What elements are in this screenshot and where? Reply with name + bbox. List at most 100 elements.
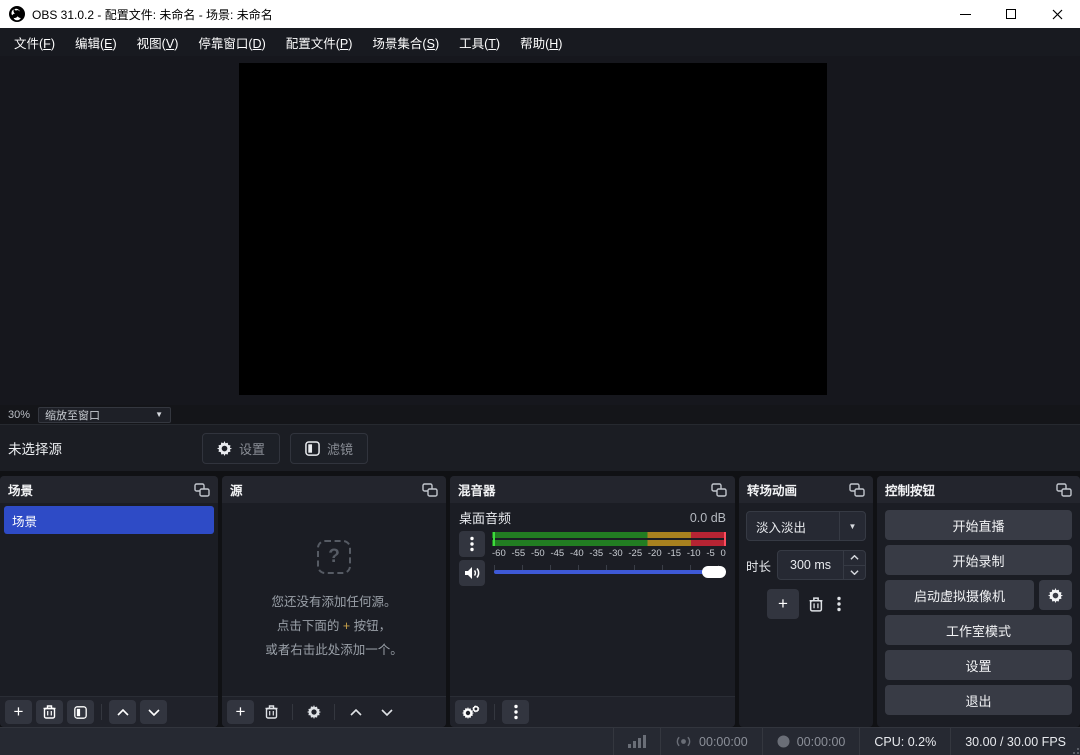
move-source-down-button[interactable]	[373, 700, 400, 724]
add-scene-button[interactable]: +	[5, 700, 32, 724]
window-title: OBS 31.0.2 - 配置文件: 未命名 - 场景: 未命名	[32, 6, 942, 23]
controls-body: 开始直播 开始录制 启动虚拟摄像机 工作室模式 设置 退出	[877, 503, 1080, 727]
scenes-panel: 场景 场景 +	[0, 476, 218, 727]
speaker-icon	[464, 566, 481, 580]
popout-icon[interactable]	[1056, 483, 1072, 497]
popout-icon[interactable]	[711, 483, 727, 497]
gear-icon	[1048, 588, 1063, 603]
resize-grip[interactable]	[1069, 744, 1079, 754]
controls-panel: 控制按钮 开始直播 开始录制 启动虚拟摄像机 工作室模式 设置 退出	[877, 476, 1080, 727]
close-button[interactable]	[1034, 0, 1080, 28]
source-toolbar: 未选择源 设置 滤镜	[0, 424, 1080, 472]
meter-scale: -60-55-50-45-40-35-30-25-20-15-10-50	[492, 547, 726, 559]
volume-slider[interactable]	[492, 559, 726, 586]
sources-panel-header[interactable]: 源	[222, 476, 446, 503]
menu-bar: 文件(F) 编辑(E) 视图(V) 停靠窗口(D) 配置文件(P) 场景集合(S…	[0, 28, 1080, 56]
scene-list-item[interactable]: 场景	[4, 506, 214, 534]
slider-track	[494, 570, 724, 574]
menu-view[interactable]: 视图(V)	[127, 28, 189, 57]
menu-profile[interactable]: 配置文件(P)	[276, 28, 363, 57]
menu-tools[interactable]: 工具(T)	[449, 28, 510, 57]
filter-icon	[74, 706, 87, 719]
mute-button[interactable]	[459, 560, 485, 586]
audio-source-name: 桌面音频	[459, 508, 690, 527]
source-filters-button[interactable]: 滤镜	[290, 433, 368, 464]
transition-menu-button[interactable]	[833, 596, 845, 612]
menu-help[interactable]: 帮助(H)	[510, 28, 572, 57]
maximize-button[interactable]	[988, 0, 1034, 28]
move-scene-up-button[interactable]	[109, 700, 136, 724]
remove-source-button[interactable]	[258, 700, 285, 724]
status-bar: 00:00:00 00:00:00 CPU: 0.2% 30.00 / 30.0…	[0, 727, 1080, 755]
virtual-camera-settings-button[interactable]	[1039, 580, 1072, 610]
chevron-down-icon	[381, 709, 393, 716]
remove-scene-button[interactable]	[36, 700, 63, 724]
menu-file[interactable]: 文件(F)	[4, 28, 65, 57]
scene-filters-button[interactable]	[67, 700, 94, 724]
add-source-button[interactable]: +	[227, 700, 254, 724]
advanced-audio-button[interactable]	[455, 700, 487, 724]
meter-min-indicator	[493, 532, 495, 546]
close-icon	[1052, 9, 1063, 20]
kebab-icon	[837, 596, 841, 612]
stream-timer: 00:00:00	[661, 728, 762, 755]
signal-bars-icon	[628, 735, 646, 748]
menu-scene-collection[interactable]: 场景集合(S)	[362, 28, 449, 57]
duration-label: 时长	[746, 556, 771, 575]
trash-icon	[809, 597, 823, 612]
question-mark-icon: ?	[317, 540, 351, 574]
duration-input[interactable]: 300 ms	[777, 550, 866, 580]
scene-list: 场景	[0, 503, 218, 696]
divider	[292, 704, 293, 720]
empty-line-1: 您还没有添加任何源。	[271, 592, 396, 612]
record-timer: 00:00:00	[763, 728, 860, 755]
studio-mode-button[interactable]: 工作室模式	[885, 615, 1072, 645]
start-streaming-button[interactable]: 开始直播	[885, 510, 1072, 540]
menu-edit[interactable]: 编辑(E)	[65, 28, 127, 57]
mixer-panel-header[interactable]: 混音器	[450, 476, 735, 503]
popout-icon[interactable]	[422, 483, 438, 497]
slider-handle[interactable]	[702, 566, 726, 578]
mixer-channel-menu-button[interactable]	[459, 531, 485, 557]
chevron-down-icon: ▼	[148, 410, 170, 419]
chevron-up-icon	[850, 555, 859, 560]
exit-button[interactable]: 退出	[885, 685, 1072, 715]
gear-icon	[307, 705, 321, 719]
settings-button[interactable]: 设置	[885, 650, 1072, 680]
source-properties-toolbar-button[interactable]	[300, 700, 327, 724]
popout-icon[interactable]	[194, 483, 210, 497]
move-source-up-button[interactable]	[342, 700, 369, 724]
scenes-panel-header[interactable]: 场景	[0, 476, 218, 503]
maximize-icon	[1006, 9, 1016, 19]
transitions-panel-header[interactable]: 转场动画	[739, 476, 873, 503]
zoom-mode-select[interactable]: 缩放至窗口 ▼	[38, 407, 171, 423]
minimize-button[interactable]	[942, 0, 988, 28]
chevron-down-icon	[148, 709, 160, 716]
controls-panel-header[interactable]: 控制按钮	[877, 476, 1080, 503]
volume-meter: -60-55-50-45-40-35-30-25-20-15-10-50	[492, 531, 726, 559]
add-transition-button[interactable]: +	[767, 589, 799, 619]
divider	[101, 704, 102, 720]
empty-line-2: 点击下面的 + 按钮，	[277, 616, 391, 636]
start-recording-button[interactable]: 开始录制	[885, 545, 1072, 575]
preview-zoom-row: 30% 缩放至窗口 ▼	[0, 405, 1080, 424]
source-list[interactable]: ? 您还没有添加任何源。 点击下面的 + 按钮， 或者右击此处添加一个。	[222, 503, 446, 696]
spin-down-button[interactable]	[844, 566, 865, 580]
source-properties-button[interactable]: 设置	[202, 433, 280, 464]
move-scene-down-button[interactable]	[140, 700, 167, 724]
start-virtual-camera-button[interactable]: 启动虚拟摄像机	[885, 580, 1034, 610]
spin-up-button[interactable]	[844, 551, 865, 566]
menu-docks[interactable]: 停靠窗口(D)	[188, 28, 275, 57]
title-bar: OBS 31.0.2 - 配置文件: 未命名 - 场景: 未命名	[0, 0, 1080, 28]
chevron-down-icon: ▼	[839, 512, 865, 540]
scenes-toolbar: +	[0, 696, 218, 727]
plus-icon: +	[236, 703, 246, 720]
plus-icon: +	[778, 595, 788, 612]
mixer-menu-button[interactable]	[502, 700, 529, 724]
trash-icon	[43, 705, 56, 719]
record-icon	[777, 735, 790, 748]
transition-select[interactable]: 淡入淡出 ▼	[746, 511, 866, 541]
remove-transition-button[interactable]	[809, 597, 823, 612]
preview-canvas[interactable]	[239, 63, 827, 395]
popout-icon[interactable]	[849, 483, 865, 497]
